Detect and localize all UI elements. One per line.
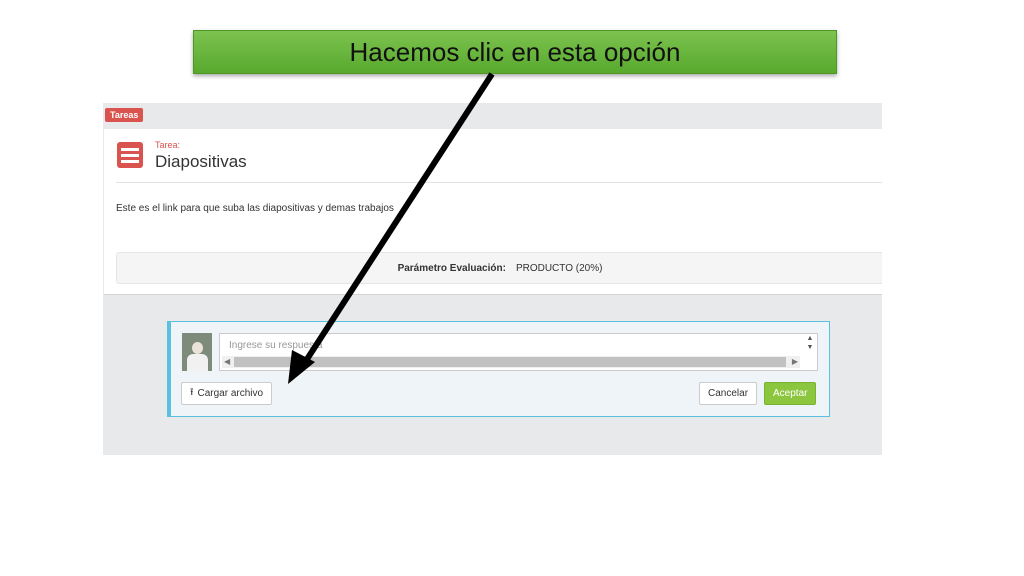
annotation-arrow — [288, 72, 495, 384]
